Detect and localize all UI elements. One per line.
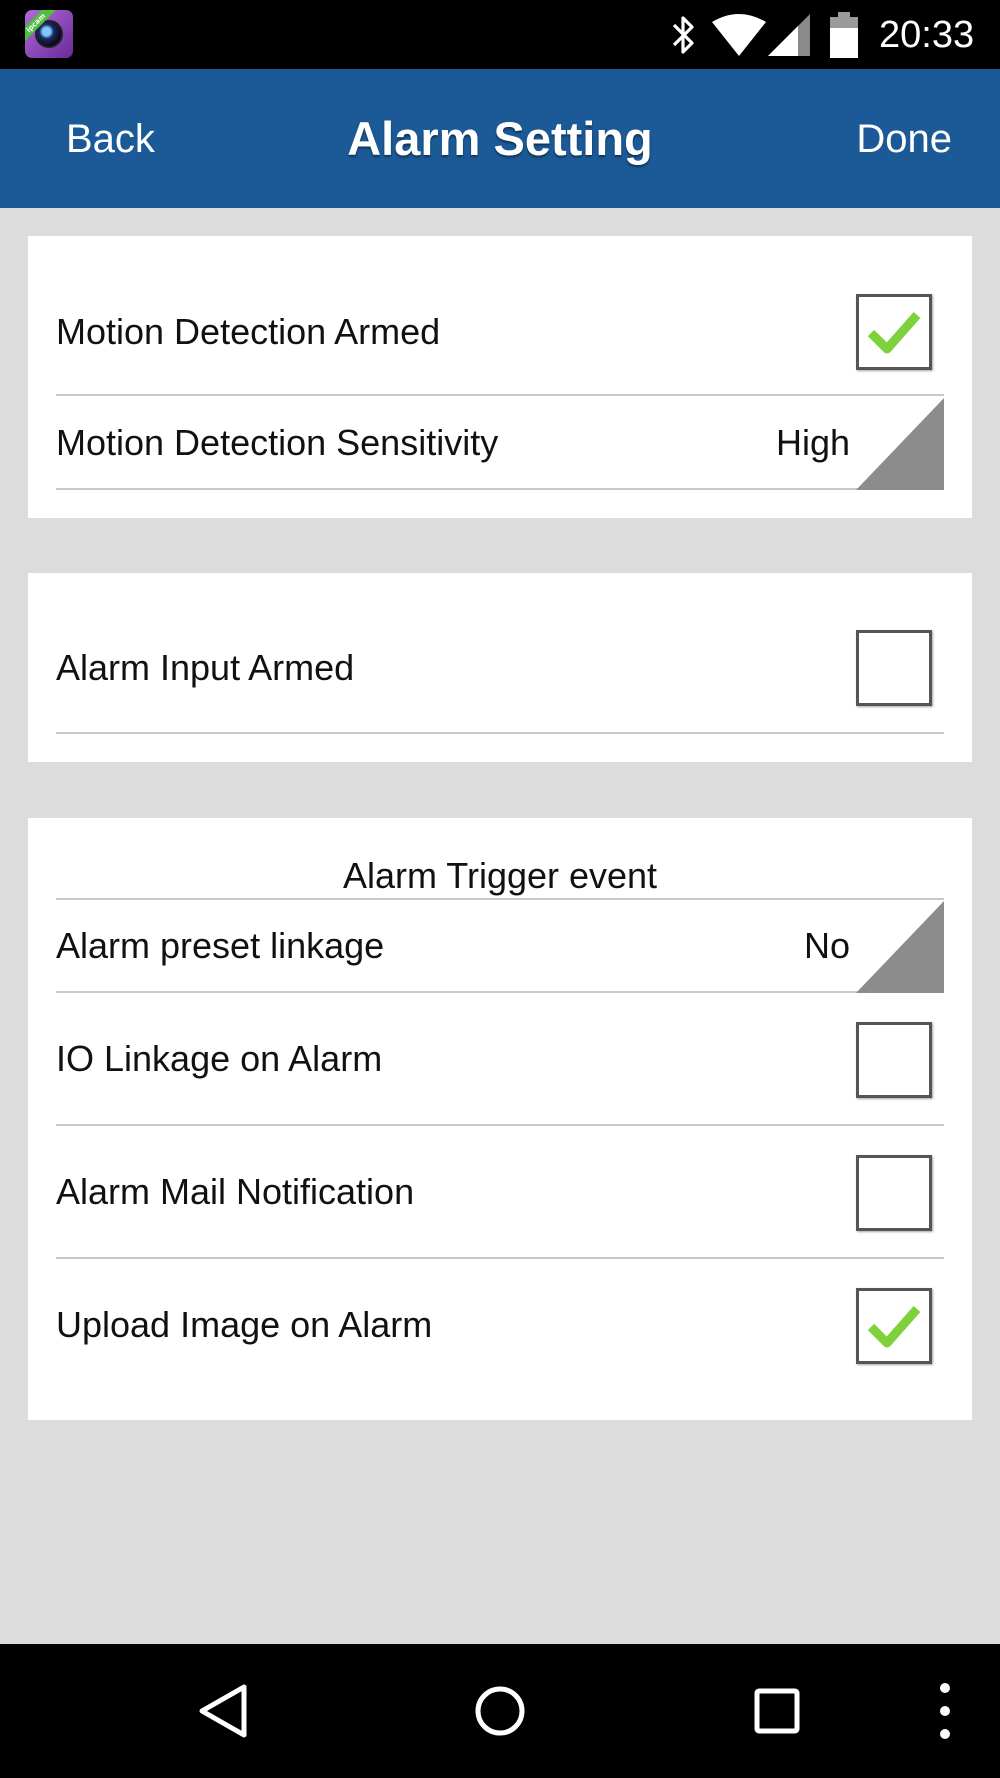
page-title: Alarm Setting [347, 112, 653, 165]
io-linkage-checkbox[interactable] [856, 1022, 932, 1098]
alarm-mail-checkbox[interactable] [856, 1155, 932, 1231]
upload-image-row[interactable]: Upload Image on Alarm [56, 1259, 944, 1392]
motion-armed-row[interactable]: Motion Detection Armed [56, 236, 944, 396]
io-linkage-label: IO Linkage on Alarm [56, 1038, 383, 1079]
overflow-menu-icon[interactable] [930, 1644, 960, 1778]
battery-icon [830, 12, 858, 58]
alarm-input-armed-checkbox[interactable] [856, 630, 932, 706]
alarm-preset-row[interactable]: Alarm preset linkage No [56, 900, 944, 993]
app-navbar: Back Alarm Setting Done [0, 69, 1000, 208]
motion-armed-label: Motion Detection Armed [56, 311, 441, 352]
status-bar: ipcam 20:33 [0, 0, 1000, 69]
motion-sensitivity-label: Motion Detection Sensitivity [56, 422, 499, 463]
system-navigation-bar [0, 1644, 1000, 1778]
motion-sensitivity-value: High [775, 422, 850, 463]
alarm-mail-row[interactable]: Alarm Mail Notification [56, 1126, 944, 1259]
alarm-trigger-card: Alarm Trigger event Alarm preset linkage… [28, 818, 972, 1420]
checkmark-icon [867, 312, 921, 354]
io-linkage-row[interactable]: IO Linkage on Alarm [56, 993, 944, 1126]
alarm-input-card: Alarm Input Armed [28, 573, 972, 762]
dropdown-corner-icon [856, 398, 944, 490]
bluetooth-icon [672, 16, 694, 54]
done-button[interactable]: Done [856, 115, 952, 163]
motion-sensitivity-row[interactable]: Motion Detection Sensitivity High [56, 396, 944, 490]
signal-icon [768, 14, 810, 56]
alarm-input-armed-label: Alarm Input Armed [56, 647, 355, 688]
back-triangle-icon[interactable] [190, 1644, 256, 1778]
upload-image-label: Upload Image on Alarm [56, 1304, 433, 1345]
alarm-trigger-header-divider [56, 818, 944, 900]
ipcam-app-icon: ipcam [25, 10, 73, 58]
upload-image-checkbox[interactable] [856, 1288, 932, 1364]
motion-armed-checkbox[interactable] [856, 294, 932, 370]
checkmark-icon [867, 1306, 921, 1348]
motion-detection-card: Motion Detection Armed Motion Detection … [28, 236, 972, 518]
wifi-icon [712, 14, 766, 56]
status-clock: 20:33 [879, 14, 975, 56]
alarm-preset-label: Alarm preset linkage [56, 925, 385, 966]
dropdown-corner-icon [856, 901, 944, 993]
alarm-mail-label: Alarm Mail Notification [56, 1171, 415, 1212]
recents-square-icon[interactable] [748, 1644, 808, 1778]
alarm-preset-value: No [803, 925, 850, 966]
alarm-input-armed-row[interactable]: Alarm Input Armed [56, 573, 944, 734]
home-circle-icon[interactable] [470, 1644, 530, 1778]
